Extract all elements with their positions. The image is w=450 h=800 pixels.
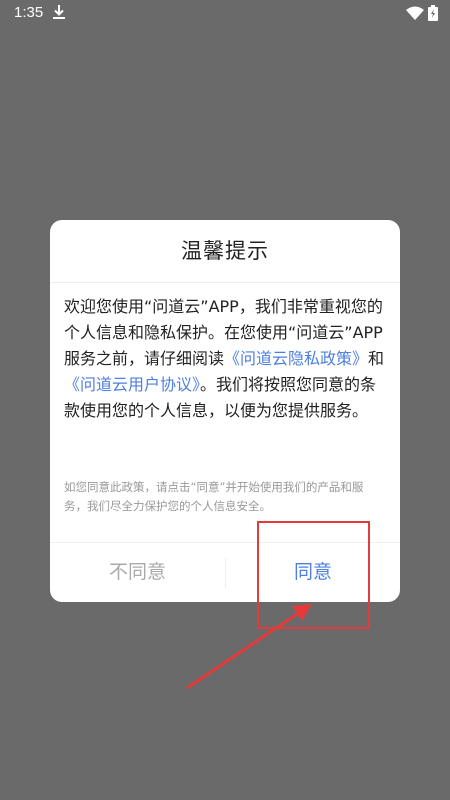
dialog-title: 温馨提示 xyxy=(181,239,269,263)
status-icons xyxy=(406,5,438,21)
battery-icon xyxy=(428,5,438,21)
annotation-highlight-box xyxy=(257,521,370,629)
disagree-button[interactable]: 不同意 xyxy=(50,543,225,602)
wifi-icon xyxy=(406,6,424,20)
status-time: 1:35 xyxy=(14,4,44,21)
download-icon xyxy=(53,5,65,19)
title-divider xyxy=(50,282,400,283)
privacy-policy-link[interactable]: 《问道云隐私政策》 xyxy=(224,349,368,368)
body-and-text: 和 xyxy=(368,349,385,368)
dialog-note: 如您同意此政策，请点击“同意”并开始使用我们的产品和服务，我们尽全力保护您的个人… xyxy=(64,480,364,513)
dialog-body: 欢迎您使用“问道云”APP，我们非常重视您的个人信息和隐私保护。在您使用“问道云… xyxy=(64,294,386,424)
user-agreement-link[interactable]: 《问道云用户协议》 xyxy=(64,375,200,394)
status-bar: 1:35 xyxy=(0,0,450,26)
